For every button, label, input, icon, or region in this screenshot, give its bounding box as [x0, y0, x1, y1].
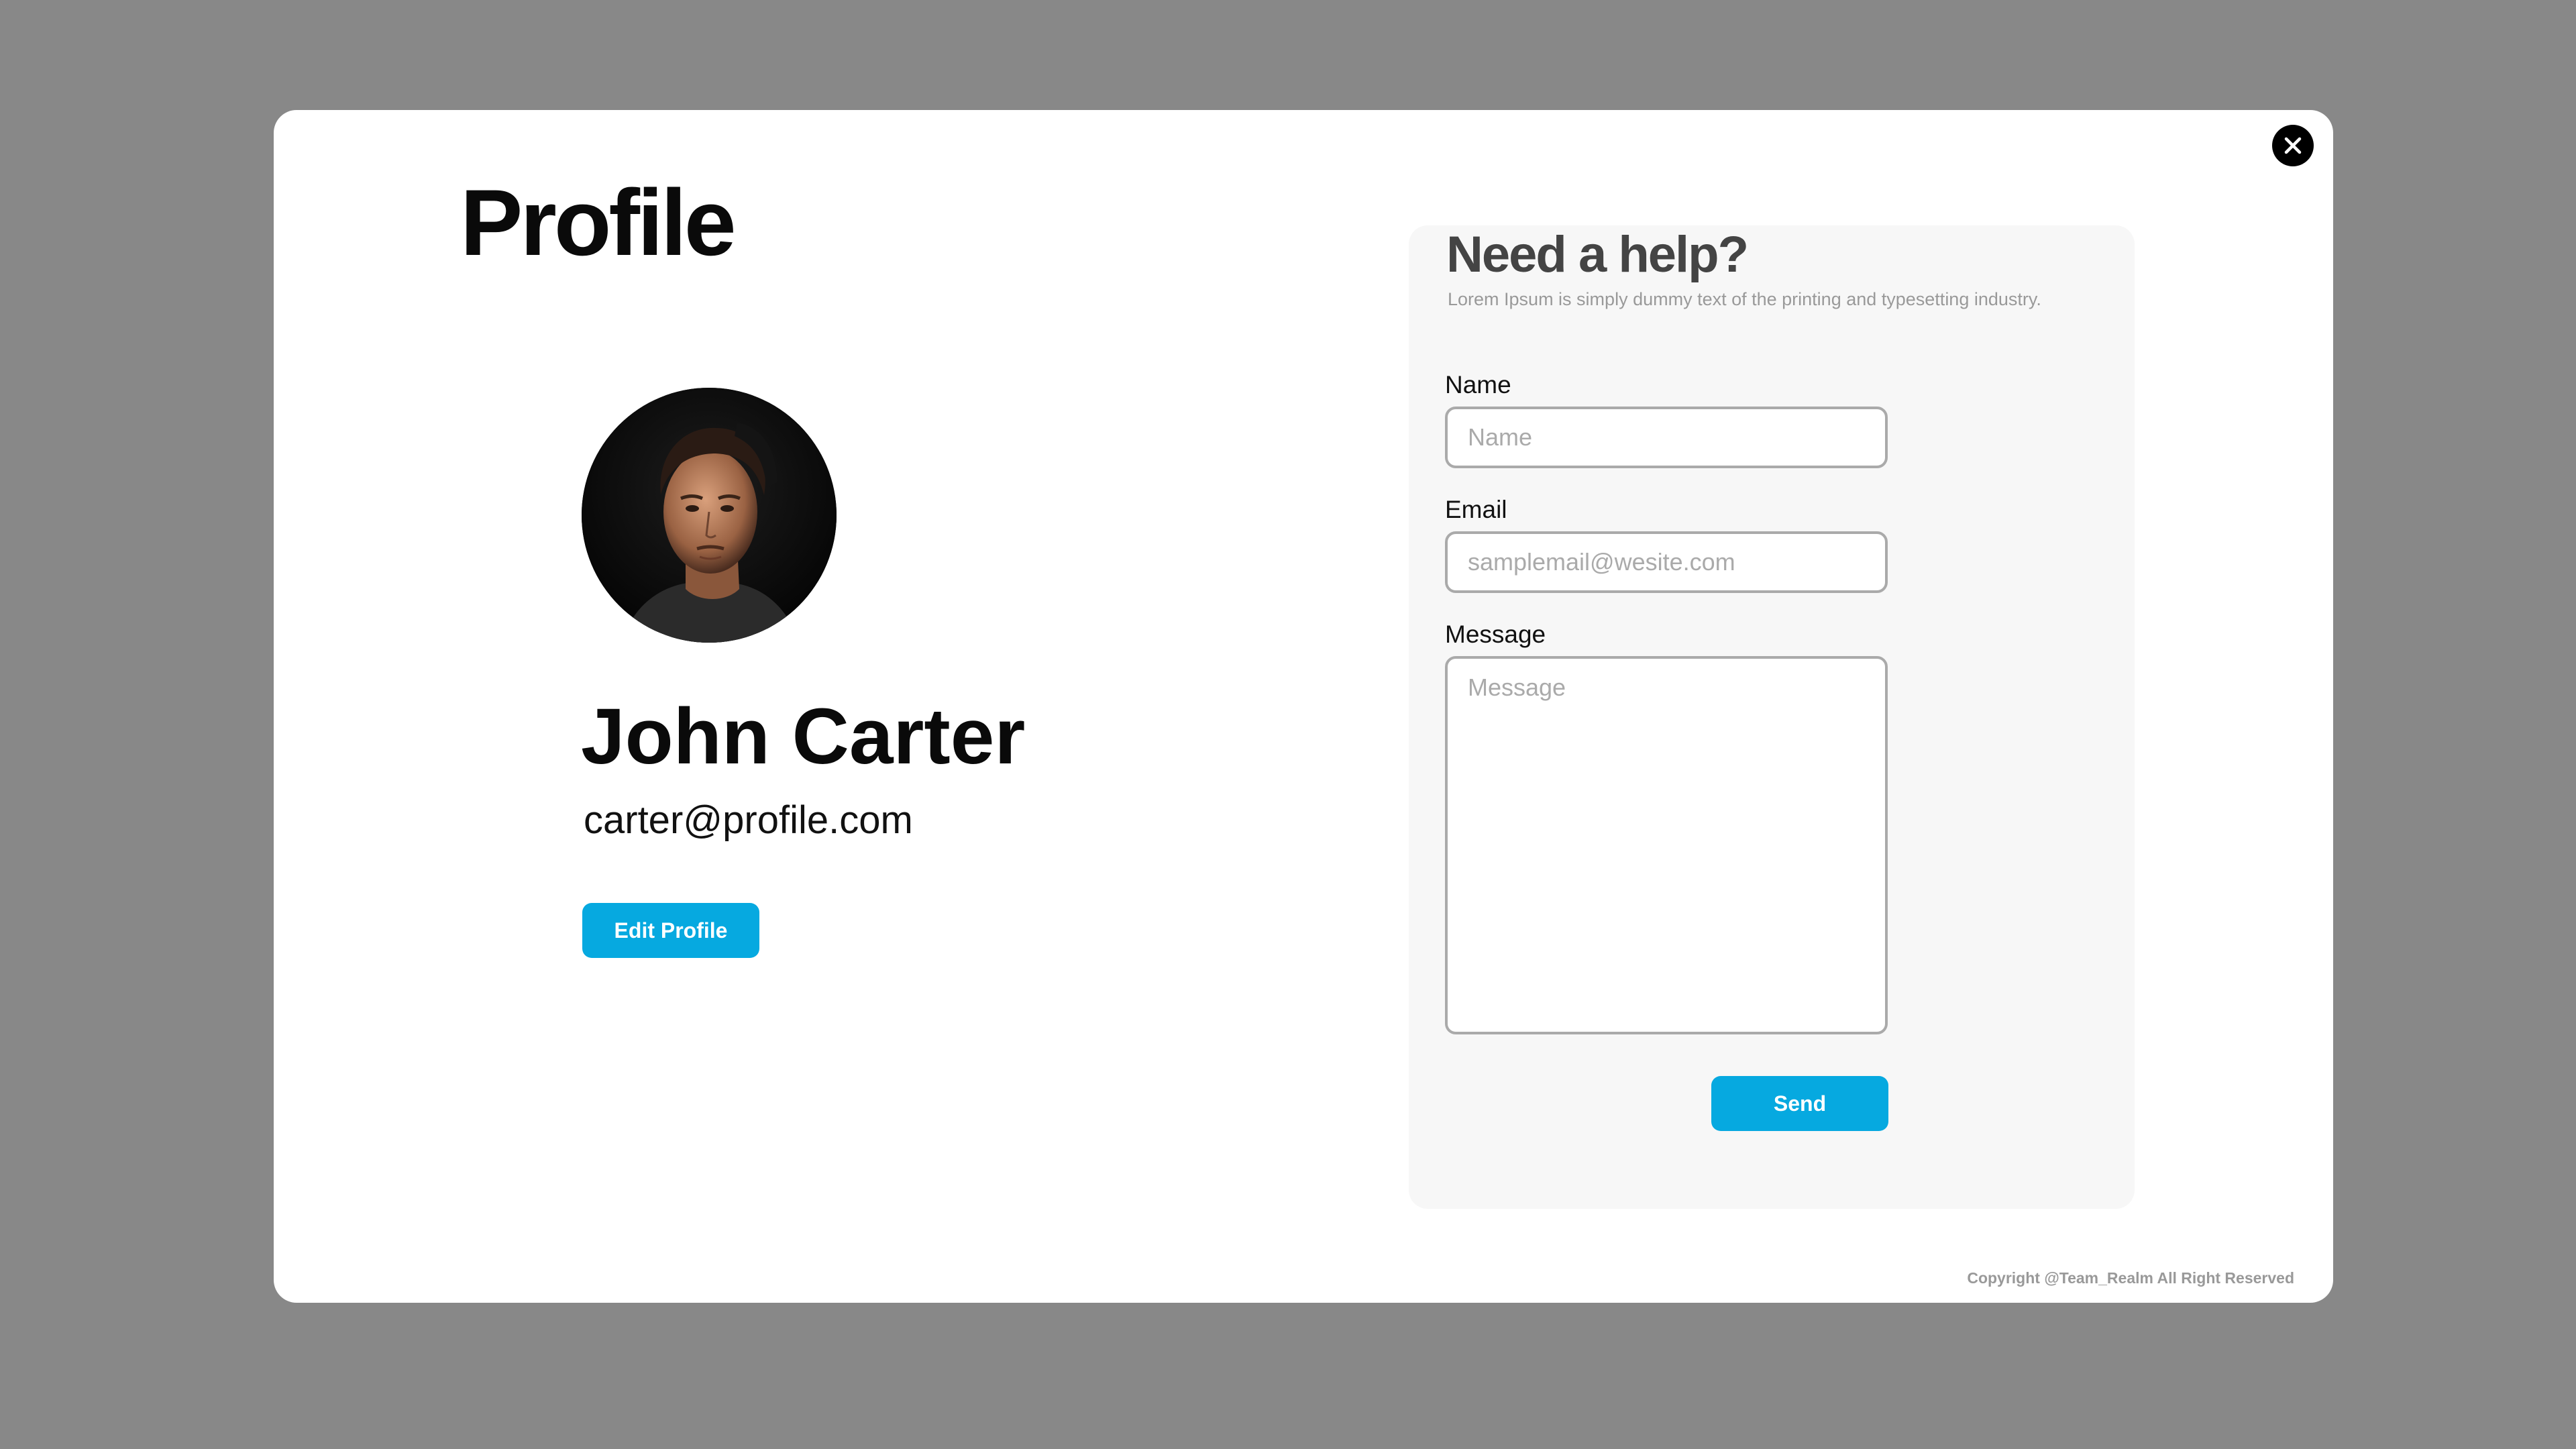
close-button[interactable]: [2272, 125, 2314, 166]
avatar: [582, 388, 837, 643]
user-name: John Carter: [581, 692, 1026, 781]
email-input[interactable]: [1445, 531, 1888, 593]
message-input[interactable]: [1445, 656, 1888, 1034]
name-label: Name: [1445, 371, 1511, 398]
edit-profile-button[interactable]: Edit Profile: [582, 903, 759, 958]
person-photo-icon: [582, 388, 837, 643]
name-input[interactable]: [1445, 407, 1888, 468]
close-icon: [2284, 137, 2302, 154]
copyright-text: Copyright @Team_Realm All Right Reserved: [1967, 1269, 2294, 1287]
help-title: Need a help?: [1446, 226, 1749, 283]
user-email: carter@profile.com: [584, 798, 913, 842]
page-title: Profile: [460, 170, 737, 275]
email-label: Email: [1445, 496, 1507, 523]
help-description: Lorem Ipsum is simply dummy text of the …: [1448, 289, 2041, 309]
message-label: Message: [1445, 621, 1546, 648]
send-button[interactable]: Send: [1711, 1076, 1888, 1131]
